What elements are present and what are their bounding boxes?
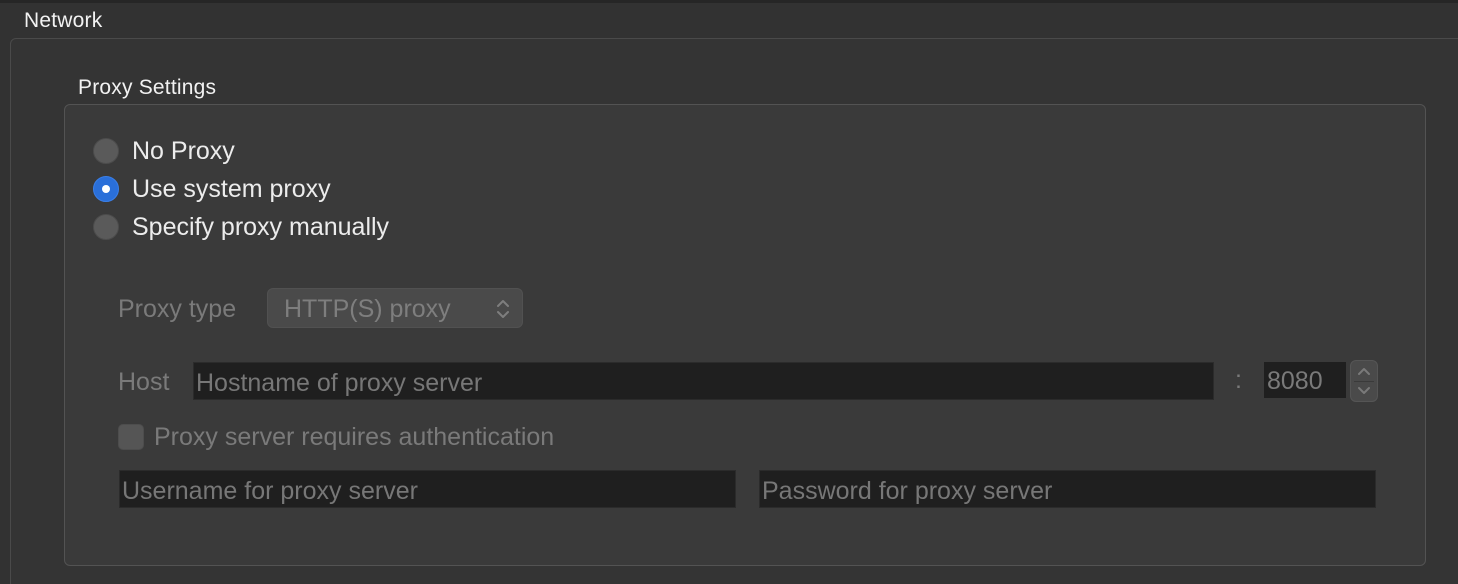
host-input[interactable] bbox=[193, 362, 1214, 400]
stepper-divider bbox=[1354, 381, 1374, 382]
radio-no-proxy[interactable]: No Proxy bbox=[93, 136, 235, 166]
radio-use-system-proxy-label: Use system proxy bbox=[132, 174, 331, 203]
radio-specify-proxy-manually-label: Specify proxy manually bbox=[132, 212, 390, 241]
chevron-up-icon[interactable] bbox=[1357, 365, 1371, 377]
radio-button-checked-icon[interactable] bbox=[93, 176, 119, 202]
radio-use-system-proxy[interactable]: Use system proxy bbox=[93, 174, 331, 204]
network-section-title: Network bbox=[24, 9, 103, 32]
top-border bbox=[0, 0, 1458, 3]
auth-checkbox-label: Proxy server requires authentication bbox=[154, 422, 555, 451]
chevron-up-down-icon bbox=[497, 300, 509, 318]
auth-checkbox-row[interactable]: Proxy server requires authentication bbox=[118, 420, 554, 454]
proxy-type-select-value: HTTP(S) proxy bbox=[284, 295, 451, 323]
proxy-settings-title: Proxy Settings bbox=[78, 76, 217, 99]
radio-button-unchecked-icon[interactable] bbox=[93, 214, 119, 240]
password-input[interactable] bbox=[759, 470, 1376, 508]
port-input[interactable]: 8080 bbox=[1264, 362, 1346, 398]
radio-button-unchecked-icon[interactable] bbox=[93, 138, 119, 164]
port-stepper[interactable] bbox=[1350, 360, 1378, 402]
radio-no-proxy-label: No Proxy bbox=[132, 136, 235, 165]
port-separator: : bbox=[1235, 366, 1242, 394]
auth-checkbox[interactable] bbox=[118, 424, 144, 450]
proxy-type-label: Proxy type bbox=[118, 295, 237, 323]
host-label: Host bbox=[118, 368, 170, 396]
radio-specify-proxy-manually[interactable]: Specify proxy manually bbox=[93, 212, 389, 242]
chevron-down-icon[interactable] bbox=[1357, 385, 1371, 397]
username-input[interactable] bbox=[119, 470, 736, 508]
network-preferences-page: Network Proxy Settings No Proxy Use syst… bbox=[0, 0, 1458, 584]
proxy-type-select[interactable]: HTTP(S) proxy bbox=[267, 288, 523, 328]
